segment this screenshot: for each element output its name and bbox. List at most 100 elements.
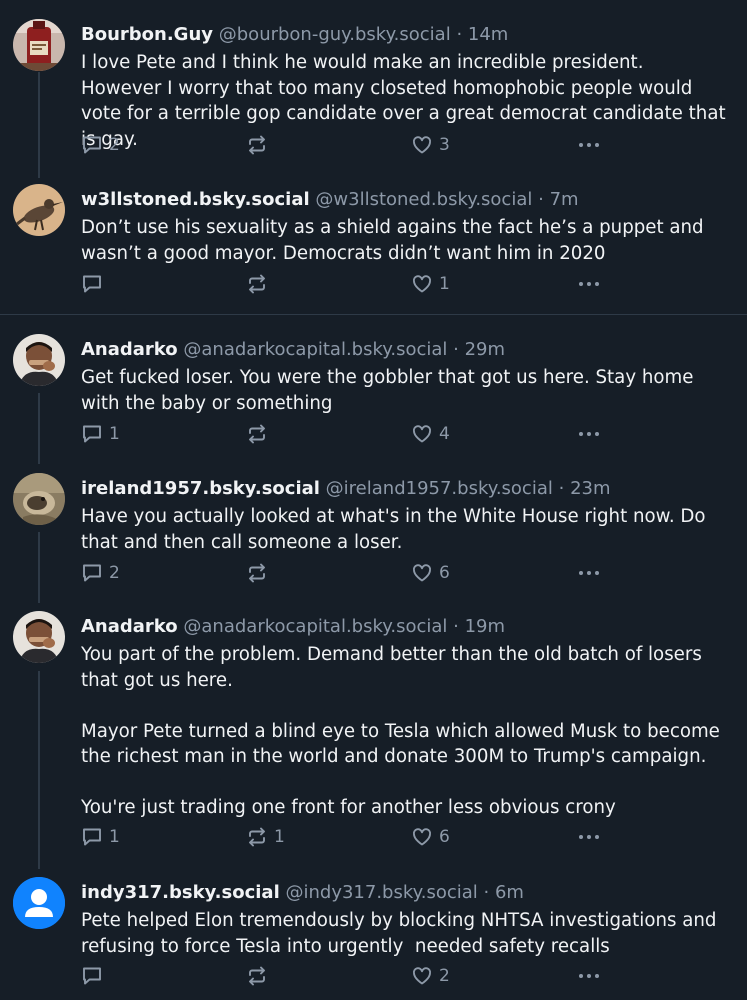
more-options-button[interactable] bbox=[577, 562, 601, 584]
post-header: Anadarko @anadarkocapital.bsky.social · … bbox=[81, 615, 735, 639]
handle[interactable]: @anadarkocapital.bsky.social bbox=[183, 339, 447, 360]
repost-button[interactable] bbox=[246, 273, 274, 295]
timestamp[interactable]: 14m bbox=[468, 24, 508, 45]
repost-icon bbox=[249, 274, 265, 294]
separator-dot: · bbox=[453, 616, 459, 637]
reply-button[interactable]: 2 bbox=[81, 562, 120, 584]
heart-icon bbox=[412, 136, 432, 154]
ellipsis-icon bbox=[579, 282, 599, 286]
display-name[interactable]: Anadarko bbox=[81, 616, 178, 637]
like-button[interactable]: 3 bbox=[411, 134, 450, 156]
post-text: Pete helped Elon tremendously by blockin… bbox=[81, 910, 723, 957]
avatar[interactable] bbox=[13, 19, 65, 71]
more-options-button[interactable] bbox=[577, 826, 601, 848]
like-count: 3 bbox=[439, 135, 450, 155]
avatar[interactable] bbox=[13, 473, 65, 525]
timestamp[interactable]: 6m bbox=[495, 882, 524, 903]
repost-count: 1 bbox=[274, 827, 285, 847]
repost-button[interactable]: 1 bbox=[246, 826, 285, 848]
timestamp[interactable]: 29m bbox=[465, 339, 505, 360]
bourbon-bottle-avatar-icon bbox=[13, 19, 65, 71]
reply-count: 1 bbox=[109, 827, 120, 847]
like-button[interactable]: 1 bbox=[411, 273, 450, 295]
avatar[interactable] bbox=[13, 184, 65, 236]
reply-icon bbox=[83, 967, 101, 985]
heart-icon bbox=[412, 828, 432, 846]
man-facepalm-avatar-icon bbox=[13, 611, 65, 663]
repost-button[interactable] bbox=[246, 134, 274, 156]
timestamp[interactable]: 19m bbox=[465, 616, 505, 637]
post-header: Anadarko @anadarkocapital.bsky.social · … bbox=[81, 338, 735, 362]
post-text: You part of the problem. Demand better t… bbox=[81, 644, 720, 818]
reply-button[interactable] bbox=[81, 965, 109, 987]
separator-dot: · bbox=[483, 882, 490, 903]
repost-button[interactable] bbox=[246, 965, 274, 987]
display-name[interactable]: Bourbon.Guy bbox=[81, 24, 213, 45]
separator-dot: · bbox=[558, 478, 565, 499]
reply-count: 2 bbox=[109, 135, 120, 155]
avatar[interactable] bbox=[13, 611, 65, 663]
heart-icon bbox=[412, 275, 432, 293]
post-text: Don’t use his sexuality as a shield agai… bbox=[81, 217, 710, 264]
more-options-button[interactable] bbox=[577, 273, 601, 295]
more-options-button[interactable] bbox=[577, 965, 601, 987]
cat-avatar-icon bbox=[13, 473, 65, 525]
repost-button[interactable] bbox=[246, 423, 274, 445]
handle[interactable]: @anadarkocapital.bsky.social bbox=[183, 616, 447, 637]
separator-dot: · bbox=[453, 339, 459, 360]
display-name[interactable]: w3llstoned.bsky.social bbox=[81, 189, 310, 210]
like-count: 1 bbox=[439, 274, 450, 294]
post-text: Have you actually looked at what's in th… bbox=[81, 506, 712, 553]
post-actions: 2 3 bbox=[81, 134, 621, 156]
reply-count: 1 bbox=[109, 424, 120, 444]
separator-dot: · bbox=[456, 24, 463, 45]
timestamp[interactable]: 7m bbox=[550, 189, 579, 210]
separator-dot: · bbox=[538, 189, 544, 210]
avatar[interactable] bbox=[13, 877, 65, 929]
repost-icon bbox=[249, 424, 265, 444]
reply-button[interactable]: 2 bbox=[81, 134, 120, 156]
like-button[interactable]: 2 bbox=[411, 965, 450, 987]
reply-icon bbox=[83, 564, 101, 582]
reply-icon bbox=[83, 425, 101, 443]
reply-button[interactable] bbox=[81, 273, 109, 295]
reply-button[interactable]: 1 bbox=[81, 423, 120, 445]
thread-line bbox=[38, 393, 40, 464]
display-name[interactable]: Anadarko bbox=[81, 339, 178, 360]
ellipsis-icon bbox=[579, 143, 599, 147]
reply-icon bbox=[83, 136, 101, 154]
default-user-avatar-icon bbox=[13, 877, 65, 929]
handle[interactable]: @w3llstoned.bsky.social bbox=[315, 189, 532, 210]
display-name[interactable]: ireland1957.bsky.social bbox=[81, 478, 320, 499]
thread-line bbox=[38, 72, 40, 178]
man-facepalm-avatar-icon bbox=[13, 334, 65, 386]
repost-icon bbox=[249, 827, 265, 847]
repost-icon bbox=[249, 966, 265, 986]
like-button[interactable]: 6 bbox=[411, 826, 450, 848]
ellipsis-icon bbox=[579, 432, 599, 436]
avatar[interactable] bbox=[13, 334, 65, 386]
handle[interactable]: @indy317.bsky.social bbox=[285, 882, 477, 903]
like-button[interactable]: 4 bbox=[411, 423, 450, 445]
handle[interactable]: @bourbon-guy.bsky.social bbox=[219, 24, 451, 45]
heart-icon bbox=[412, 564, 432, 582]
post-header: indy317.bsky.social @indy317.bsky.social… bbox=[81, 881, 735, 905]
timestamp[interactable]: 23m bbox=[570, 478, 610, 499]
ellipsis-icon bbox=[579, 835, 599, 839]
thread-feed: Bourbon.Guy @bourbon-guy.bsky.social · 1… bbox=[0, 0, 747, 1000]
repost-button[interactable] bbox=[246, 562, 274, 584]
reply-count: 2 bbox=[109, 563, 120, 583]
more-options-button[interactable] bbox=[577, 134, 601, 156]
handle[interactable]: @ireland1957.bsky.social bbox=[326, 478, 553, 499]
post-actions: 1 bbox=[81, 273, 621, 295]
reply-button[interactable]: 1 bbox=[81, 826, 120, 848]
thread-line bbox=[38, 671, 40, 869]
more-options-button[interactable] bbox=[577, 423, 601, 445]
heart-icon bbox=[412, 967, 432, 985]
post-actions: 1 1 6 bbox=[81, 826, 621, 848]
post-text: Get fucked loser. You were the gobbler t… bbox=[81, 367, 700, 414]
like-button[interactable]: 6 bbox=[411, 562, 450, 584]
post-header: Bourbon.Guy @bourbon-guy.bsky.social · 1… bbox=[81, 23, 735, 47]
repost-icon bbox=[249, 135, 265, 155]
display-name[interactable]: indy317.bsky.social bbox=[81, 882, 280, 903]
